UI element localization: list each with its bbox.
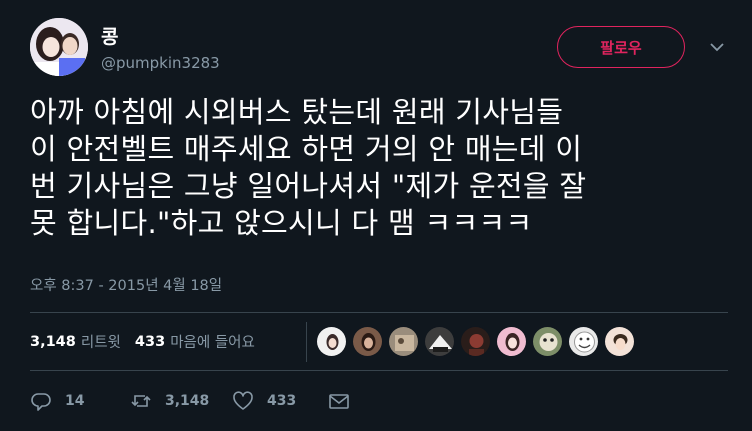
liker-avatar[interactable] (496, 326, 527, 357)
liker-avatar[interactable] (568, 326, 599, 357)
divider (30, 312, 728, 313)
retweet-stat-count[interactable]: 3,148 (30, 334, 76, 350)
engagement-stats: 3,148 리트윗 433 마음에 들어요 (30, 331, 255, 352)
author-avatar[interactable] (30, 18, 88, 76)
tweet-line: 이 안전벨트 매주세요 하면 거의 안 매는데 이 (30, 132, 583, 166)
like-stat-label[interactable]: 마음에 들어요 (170, 331, 255, 352)
reply-button[interactable]: 14 (30, 390, 130, 412)
direct-message-button[interactable] (328, 390, 350, 412)
heart-icon (233, 391, 253, 410)
reply-icon (31, 393, 51, 411)
avatar-image (30, 18, 88, 76)
liker-avatar[interactable] (352, 326, 383, 357)
stats-separator (306, 322, 307, 362)
tweet-line: 번 기사님은 그냥 일어나셔서 "제가 운전을 잘 (30, 169, 587, 203)
tweet-line: 못 합니다."하고 앉으시니 다 맴 ㅋㅋㅋㅋ (30, 206, 533, 240)
author-name[interactable]: 콩 (101, 22, 118, 49)
retweet-stat-label[interactable]: 리트윗 (81, 331, 121, 352)
follow-button[interactable]: 팔로우 (557, 26, 685, 68)
reply-count: 14 (65, 393, 85, 409)
chevron-down-icon[interactable] (709, 40, 725, 54)
liker-avatar[interactable] (388, 326, 419, 357)
tweet-line: 아까 아침에 시외버스 탔는데 원래 기사님들 (30, 95, 564, 129)
tweet-timestamp[interactable]: 오후 8:37 - 2015년 4월 18일 (30, 274, 222, 295)
author-handle[interactable]: @pumpkin3283 (101, 54, 220, 72)
tweet-actions: 14 3,148 433 (30, 390, 350, 412)
liker-avatar[interactable] (424, 326, 455, 357)
divider (30, 370, 728, 371)
likers-avatars (316, 326, 640, 357)
retweet-icon (131, 395, 151, 407)
liker-avatar[interactable] (604, 326, 635, 357)
tweet-text: 아까 아침에 시외버스 탔는데 원래 기사님들 이 안전벨트 매주세요 하면 거… (30, 94, 730, 242)
liker-avatar[interactable] (532, 326, 563, 357)
like-stat-count[interactable]: 433 (135, 334, 165, 350)
liker-avatar[interactable] (316, 326, 347, 357)
like-button[interactable]: 433 (232, 390, 328, 412)
like-count: 433 (267, 393, 297, 409)
retweet-count: 3,148 (165, 393, 210, 409)
envelope-icon (329, 394, 349, 409)
liker-avatar[interactable] (460, 326, 491, 357)
retweet-button[interactable]: 3,148 (130, 390, 232, 412)
